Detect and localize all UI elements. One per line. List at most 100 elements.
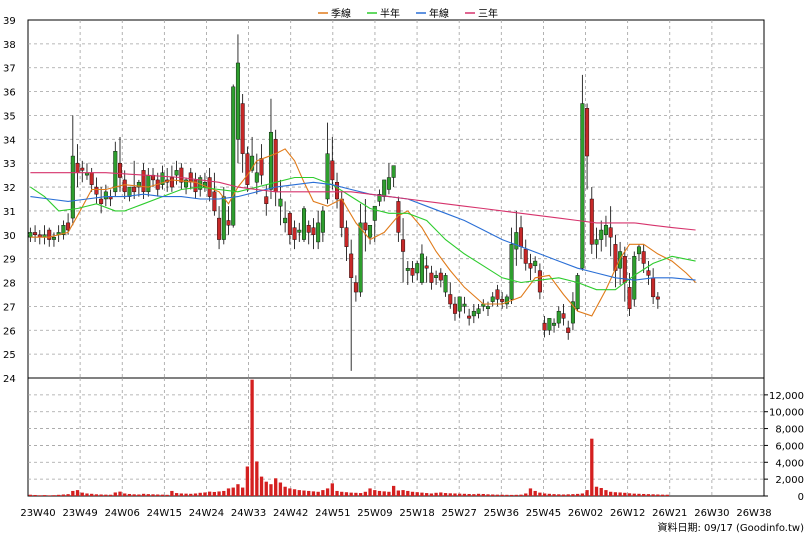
candle-body	[302, 208, 306, 240]
candle-body	[646, 270, 651, 276]
volume-bar	[396, 490, 401, 496]
candle-body	[122, 179, 127, 193]
volume-bar	[47, 495, 51, 496]
volume-bar	[160, 494, 165, 496]
candle-body	[113, 151, 118, 193]
volume-bar	[61, 494, 66, 496]
price-tick-label: 26	[3, 326, 16, 337]
volume-bar	[90, 493, 94, 496]
volume-bar	[495, 494, 500, 496]
candle-body	[306, 225, 311, 233]
volume-bar	[236, 484, 240, 496]
candle-body	[537, 270, 542, 293]
candle	[231, 84, 236, 228]
candle-body	[519, 227, 524, 247]
candle-body	[627, 287, 632, 309]
volume-bar	[137, 494, 141, 496]
volume-bar	[462, 493, 467, 496]
week-tick-label: 26W30	[694, 508, 729, 519]
volume-bar	[330, 483, 334, 496]
volume-bar	[156, 494, 160, 496]
volume-bar	[316, 491, 320, 496]
candle-body	[240, 103, 245, 154]
week-tick-label: 25W27	[442, 508, 477, 519]
candle-body	[438, 272, 443, 281]
candle	[575, 272, 580, 312]
legend-label: 年線	[429, 7, 449, 20]
volume-bar	[325, 488, 330, 496]
stock-chart: 季線 半年 年線 三年 24 25 26 27 28 29 30 31 32 33 34 35 36 37 38 3…	[3, 7, 804, 534]
volume-bar	[401, 490, 405, 496]
candle-body	[462, 303, 467, 307]
candle-body	[47, 229, 52, 240]
volume-bar	[434, 492, 438, 496]
candle-body	[561, 313, 566, 319]
candle-body	[486, 306, 490, 309]
volume-bar	[42, 495, 47, 496]
candle-body	[349, 253, 354, 278]
volume-bar	[580, 493, 585, 496]
week-tick-label: 26W38	[736, 508, 771, 519]
candle-body	[353, 282, 358, 293]
candle-body	[476, 308, 481, 314]
candle	[302, 206, 306, 242]
volume-bar	[127, 493, 132, 496]
candle-body	[434, 275, 439, 278]
week-tick-label: 26W02	[568, 508, 603, 519]
week-tick-label: 26W21	[652, 508, 687, 519]
legend-label: 半年	[380, 7, 400, 20]
volume-bar	[609, 491, 613, 496]
volume-bar	[632, 493, 636, 496]
volume-bar	[472, 494, 476, 496]
volume-bar	[217, 491, 221, 496]
volume-bar	[486, 494, 490, 496]
candle-body	[311, 227, 316, 235]
volume-bar	[255, 461, 259, 496]
price-tick-label: 29	[3, 255, 16, 266]
price-tick-label: 35	[3, 111, 16, 122]
legend-label: 季線	[331, 7, 351, 20]
candle-body	[575, 275, 580, 309]
candle-body	[316, 222, 321, 243]
volume-bar	[99, 494, 103, 496]
volume-bar	[71, 490, 75, 496]
volume-bar	[613, 492, 618, 496]
candle-body	[273, 139, 278, 193]
week-tick-label: 26W12	[610, 508, 645, 519]
volume-tick-label: 4,000	[775, 458, 804, 469]
candle-body	[500, 299, 505, 302]
price-tick-label: 27	[3, 302, 16, 313]
candle-body	[552, 322, 557, 326]
candle-body	[33, 232, 38, 235]
volume-bar	[292, 489, 297, 496]
volume-bar	[283, 486, 287, 496]
candle-body	[368, 225, 373, 238]
candle-body	[278, 198, 283, 207]
price-tick-label: 25	[3, 350, 16, 361]
price-panel-frame	[27, 19, 765, 379]
volume-bar	[519, 494, 523, 496]
price-tick-label: 30	[3, 231, 16, 242]
volume-bar	[344, 492, 349, 496]
volume-panel-frame	[27, 377, 765, 497]
candle-body	[523, 248, 528, 264]
candle-body	[641, 251, 646, 264]
candle-body	[608, 227, 613, 238]
candle-body	[235, 62, 240, 140]
volume-bar	[132, 494, 136, 496]
candle-body	[632, 256, 637, 300]
candle-body	[429, 272, 434, 283]
week-tick-label: 24W51	[315, 508, 350, 519]
candle-body	[636, 246, 641, 255]
candle-body	[51, 236, 56, 240]
candle-body	[259, 158, 264, 176]
candle-body	[514, 232, 519, 250]
candle-body	[405, 268, 410, 271]
volume-bar	[250, 379, 254, 496]
volume-bar	[377, 490, 382, 496]
price-tick-label: 37	[3, 64, 16, 75]
candle-body	[335, 182, 340, 200]
volume-bar	[340, 491, 344, 496]
volume-bar	[231, 487, 235, 496]
candle-body	[339, 198, 344, 228]
